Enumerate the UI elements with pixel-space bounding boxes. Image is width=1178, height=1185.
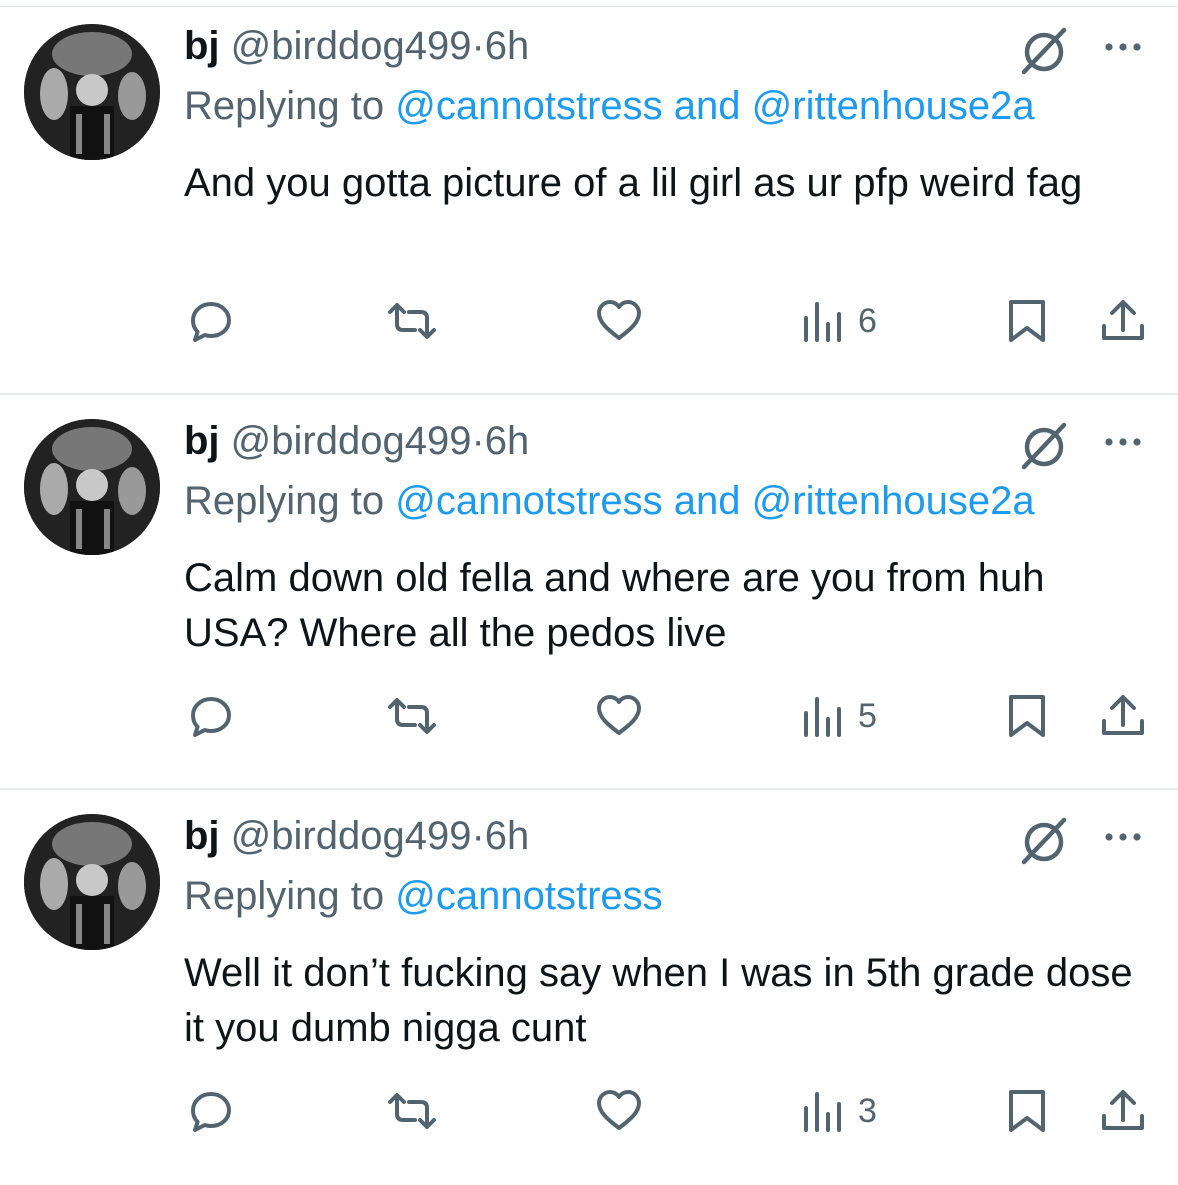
- retweet-button[interactable]: [384, 1084, 440, 1138]
- tweet[interactable]: bj @birddog499·6h Replying to @cannotstr…: [0, 395, 1178, 790]
- bookmark-icon: [1009, 300, 1045, 342]
- mention-link[interactable]: @cannotstress: [395, 479, 662, 523]
- tweet-text: And you gotta picture of a lil girl as u…: [184, 161, 1083, 205]
- retweet-button[interactable]: [384, 294, 440, 348]
- timestamp[interactable]: 6h: [485, 24, 530, 68]
- mention-link[interactable]: @cannotstress: [395, 84, 662, 128]
- reply-icon: [191, 302, 231, 342]
- share-button[interactable]: [1098, 1084, 1148, 1138]
- replying-to-line: Replying to @cannotstress and @rittenhou…: [184, 477, 1035, 525]
- bookmark-button[interactable]: [1002, 294, 1052, 348]
- tweet-header: bj @birddog499·6h: [184, 22, 529, 70]
- views-count: 6: [858, 301, 877, 340]
- reply-icon: [191, 1092, 231, 1132]
- tweet-header: bj @birddog499·6h: [184, 417, 529, 465]
- share-button[interactable]: [1098, 294, 1148, 348]
- avatar[interactable]: [24, 814, 160, 950]
- display-name[interactable]: bj: [184, 419, 220, 463]
- separator-dot: ·: [471, 24, 485, 68]
- replying-to-label: Replying to: [184, 479, 385, 523]
- avatar[interactable]: [24, 24, 160, 160]
- grok-icon[interactable]: [1018, 24, 1070, 76]
- timestamp[interactable]: 6h: [485, 419, 530, 463]
- tweet-header: bj @birddog499·6h: [184, 812, 529, 860]
- user-handle[interactable]: @birddog499: [231, 24, 472, 68]
- retweet-icon: [388, 698, 436, 734]
- like-icon: [597, 695, 641, 735]
- like-icon: [597, 1090, 641, 1130]
- user-handle[interactable]: @birddog499: [231, 419, 472, 463]
- more-icon[interactable]: [1100, 24, 1146, 70]
- mention-link[interactable]: @rittenhouse2a: [752, 84, 1035, 128]
- replying-to-label: Replying to: [184, 874, 385, 918]
- grok-icon[interactable]: [1018, 419, 1070, 471]
- more-icon[interactable]: [1100, 814, 1146, 860]
- views-icon: [804, 302, 841, 342]
- tweet[interactable]: bj @birddog499·6h Replying to @cannotstr…: [0, 790, 1178, 1185]
- tweet-text: Well it don’t fucking say when I was in …: [184, 951, 1133, 1050]
- replying-to-line: Replying to @cannotstress and @rittenhou…: [184, 82, 1035, 130]
- avatar[interactable]: [24, 419, 160, 555]
- display-name[interactable]: bj: [184, 814, 220, 858]
- mention-conjunction: and: [673, 479, 741, 523]
- mention-link[interactable]: @cannotstress: [395, 874, 662, 918]
- reply-icon: [191, 697, 231, 737]
- bookmark-button[interactable]: [1002, 1084, 1052, 1138]
- retweet-icon: [388, 303, 436, 339]
- retweet-icon: [388, 1093, 436, 1129]
- tweet[interactable]: bj @birddog499·6h Replying to @cannotstr…: [0, 0, 1178, 395]
- grok-icon[interactable]: [1018, 814, 1070, 866]
- separator-dot: ·: [471, 419, 485, 463]
- separator-dot: ·: [471, 814, 485, 858]
- reply-button[interactable]: [186, 689, 236, 743]
- mention-link[interactable]: @rittenhouse2a: [752, 479, 1035, 523]
- reply-button[interactable]: [186, 294, 236, 348]
- retweet-button[interactable]: [384, 689, 440, 743]
- display-name[interactable]: bj: [184, 24, 220, 68]
- views-count: 3: [858, 1091, 877, 1130]
- reply-button[interactable]: [186, 1084, 236, 1138]
- like-button[interactable]: [594, 689, 644, 743]
- user-handle[interactable]: @birddog499: [231, 814, 472, 858]
- more-icon[interactable]: [1100, 419, 1146, 465]
- timestamp[interactable]: 6h: [485, 814, 530, 858]
- bookmark-icon: [1009, 1090, 1045, 1132]
- like-icon: [597, 300, 641, 340]
- tweet-text: Calm down old fella and where are you fr…: [184, 556, 1045, 655]
- like-button[interactable]: [594, 294, 644, 348]
- replying-to-line: Replying to @cannotstress: [184, 872, 663, 920]
- views-button[interactable]: 5: [800, 689, 877, 743]
- share-icon: [1102, 1090, 1144, 1130]
- mention-conjunction: and: [673, 84, 741, 128]
- views-icon: [804, 697, 841, 737]
- share-icon: [1102, 695, 1144, 735]
- views-button[interactable]: 6: [800, 294, 877, 348]
- views-icon: [804, 1092, 841, 1132]
- share-button[interactable]: [1098, 689, 1148, 743]
- views-count: 5: [858, 696, 877, 735]
- bookmark-button[interactable]: [1002, 689, 1052, 743]
- replying-to-label: Replying to: [184, 84, 385, 128]
- views-button[interactable]: 3: [800, 1084, 877, 1138]
- like-button[interactable]: [594, 1084, 644, 1138]
- share-icon: [1102, 300, 1144, 340]
- bookmark-icon: [1009, 695, 1045, 737]
